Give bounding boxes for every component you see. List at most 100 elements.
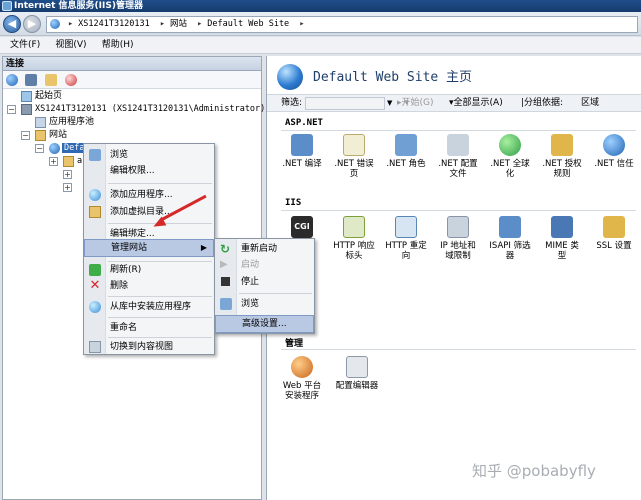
feature-label: .NET 信任 — [594, 159, 634, 169]
save-icon[interactable] — [25, 74, 37, 86]
feature-label: HTTP 响应标头 — [333, 241, 375, 261]
menu-item-label: 添加应用程序... — [110, 190, 173, 200]
website-globe-icon — [49, 143, 60, 154]
feature-ip-restrictions[interactable]: IP 地址和域限制 — [437, 216, 479, 261]
expand-icon[interactable]: + — [63, 170, 72, 179]
submenu-arrow-icon: ▶ — [200, 243, 207, 252]
feature-net-trust[interactable]: .NET 信任 — [593, 134, 635, 169]
feature-configuration-editor[interactable]: 配置编辑器 — [333, 356, 381, 391]
feature-net-globalization[interactable]: .NET 全球化 — [489, 134, 531, 179]
feature-isapi-filters[interactable]: ISAPI 筛选器 — [489, 216, 531, 261]
connections-toolbar — [3, 71, 261, 89]
feature-label: .NET 错误页 — [334, 159, 374, 179]
feature-net-authorization[interactable]: .NET 授权规则 — [541, 134, 583, 179]
breadcrumb-separator: ▸ — [299, 19, 305, 29]
cgi-icon: CGI — [291, 216, 313, 238]
menu-item-label: 启动 — [241, 260, 260, 270]
breadcrumb-separator: ▸ — [197, 19, 203, 29]
ssl-lock-icon — [603, 216, 625, 238]
breadcrumb-site[interactable]: Default Web Site — [207, 19, 289, 29]
submenu-item-advanced-settings[interactable]: 高级设置... — [215, 315, 314, 333]
menu-item-add-virtual-directory[interactable]: 添加虚拟目录... — [84, 203, 214, 221]
menu-item-label: 管理网站 — [111, 243, 148, 253]
show-all-button[interactable]: ▾ 全部显示(A) — [449, 95, 503, 111]
collapse-icon[interactable]: − — [21, 131, 30, 140]
expand-icon[interactable]: + — [63, 183, 72, 192]
feature-http-redirect[interactable]: HTTP 重定向 — [385, 216, 427, 261]
menu-item-label: 切换到内容视图 — [110, 342, 174, 352]
breadcrumb-sites[interactable]: 网站 — [170, 19, 187, 29]
tree-server[interactable]: XS1241T3120131 (XS1241T3120131\Administr… — [35, 103, 265, 116]
feature-net-roles[interactable]: .NET 角色 — [385, 134, 427, 169]
group-by-select[interactable]: 区域 — [581, 95, 599, 111]
web-platform-installer-icon — [291, 356, 313, 378]
feature-web-platform-installer[interactable]: Web 平台安装程序 — [281, 356, 323, 401]
filter-input[interactable] — [305, 97, 385, 110]
feature-label: SSL 设置 — [596, 241, 632, 251]
net-compilation-icon — [291, 134, 313, 156]
menu-item-label: 重命名 — [110, 323, 138, 333]
manage-website-submenu: ↻ 重新启动 ▶ 启动 停止 浏览 高级设置... — [214, 238, 315, 334]
back-button[interactable]: ◀ — [3, 15, 21, 33]
refresh-icon — [89, 264, 101, 276]
feature-label: Web 平台安装程序 — [282, 381, 322, 401]
submenu-item-start[interactable]: ▶ 启动 — [215, 256, 314, 274]
browse-icon — [89, 149, 101, 161]
restart-icon: ↻ — [220, 242, 231, 256]
connect-icon[interactable] — [6, 74, 18, 86]
menu-item-delete[interactable]: ✕ 删除 — [84, 277, 214, 295]
menu-item-rename[interactable]: 重命名 — [84, 319, 214, 337]
menu-item-install-from-gallery[interactable]: 从库中安装应用程序 — [84, 298, 214, 316]
group-by-text: 分组依据: — [524, 98, 564, 108]
feature-ssl-settings[interactable]: SSL 设置 — [593, 216, 635, 251]
menu-item-label: 浏览 — [110, 150, 129, 160]
feature-net-compilation[interactable]: .NET 编译 — [281, 134, 323, 169]
window-title: Internet 信息服务(IIS)管理器 — [14, 1, 143, 11]
start-filter-button[interactable]: ▸ 开始(G) ▾ — [397, 95, 434, 111]
content-view-icon — [89, 341, 101, 353]
collapse-icon[interactable]: − — [7, 105, 16, 114]
menu-help[interactable]: 帮助(H) — [96, 37, 140, 54]
tree-start-page[interactable]: 起始页 — [35, 90, 62, 103]
tree-child-folder[interactable]: a — [77, 155, 82, 168]
start-icon: ▶ — [220, 259, 228, 270]
up-folder-icon[interactable] — [45, 74, 57, 86]
feature-mime-types[interactable]: MIME 类型 — [541, 216, 583, 261]
feature-label: HTTP 重定向 — [385, 241, 427, 261]
context-menu: 浏览 编辑权限... 添加应用程序... 添加虚拟目录... 编辑绑定... 管… — [83, 143, 215, 355]
ip-restrictions-icon — [447, 216, 469, 238]
menu-item-label: 高级设置... — [242, 319, 287, 329]
address-field[interactable]: ▸ XS1241T3120131 ▸ 网站 ▸ Default Web Site ▸ — [46, 16, 638, 33]
menu-item-switch-content-view[interactable]: 切换到内容视图 — [84, 338, 214, 356]
feature-label: .NET 角色 — [386, 159, 426, 169]
filter-dropdown-icon[interactable]: ▼ — [387, 95, 392, 111]
feature-net-error-pages[interactable]: .NET 错误页 — [333, 134, 375, 179]
menu-view[interactable]: 视图(V) — [49, 37, 92, 54]
feature-label: 配置编辑器 — [335, 381, 379, 391]
submenu-item-browse[interactable]: 浏览 — [215, 295, 314, 313]
breadcrumb-server[interactable]: XS1241T3120131 — [78, 19, 150, 29]
tree-sites[interactable]: 网站 — [49, 129, 67, 142]
menu-item-manage-website[interactable]: 管理网站 ▶ — [84, 239, 214, 257]
lock-icon — [551, 134, 573, 156]
group-by-label: | 分组依据: — [521, 95, 563, 111]
trust-icon — [603, 134, 625, 156]
feature-net-profile[interactable]: .NET 配置文件 — [437, 134, 479, 179]
menu-item-label: 编辑权限... — [110, 166, 155, 176]
tree-app-pools[interactable]: 应用程序池 — [49, 116, 94, 129]
globe-icon — [50, 19, 60, 29]
forward-button[interactable]: ▶ — [23, 15, 41, 33]
submenu-item-stop[interactable]: 停止 — [215, 273, 314, 291]
feature-label: .NET 配置文件 — [438, 159, 478, 179]
feature-label: .NET 全球化 — [490, 159, 530, 179]
menu-item-edit-permissions[interactable]: 编辑权限... — [84, 162, 214, 180]
expand-icon[interactable]: + — [49, 157, 58, 166]
feature-http-headers[interactable]: HTTP 响应标头 — [333, 216, 375, 261]
start-page-icon — [21, 91, 32, 102]
collapse-icon[interactable]: − — [35, 144, 44, 153]
menu-file[interactable]: 文件(F) — [4, 37, 46, 54]
disconnect-icon[interactable] — [65, 74, 77, 86]
menu-item-label: 编辑绑定... — [110, 229, 155, 239]
menu-item-label: 添加虚拟目录... — [110, 207, 173, 217]
error-page-icon — [343, 134, 365, 156]
